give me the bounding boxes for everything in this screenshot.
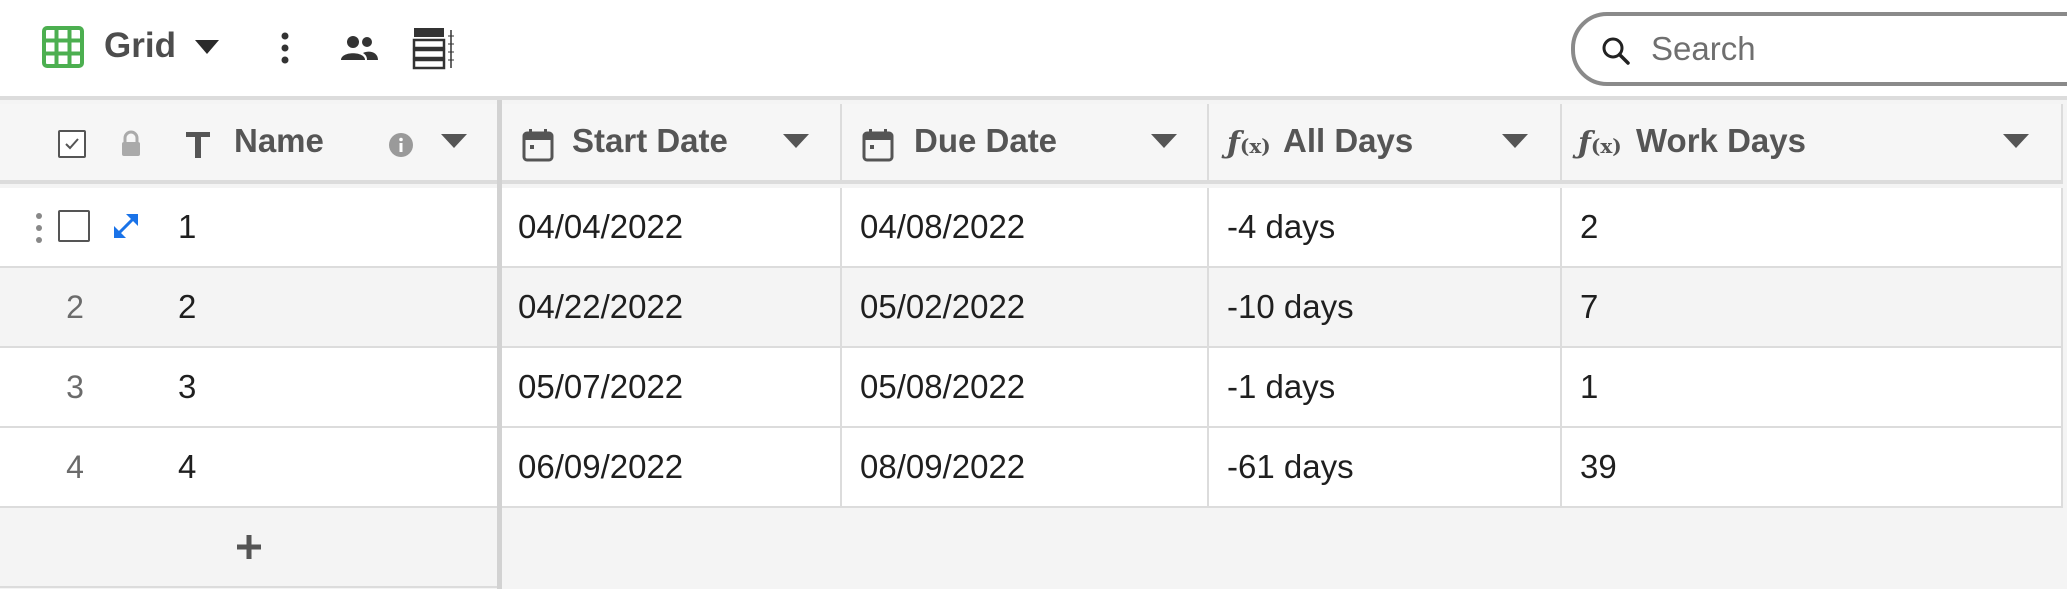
checkmark-icon (65, 138, 79, 150)
cell-start-date[interactable]: 04/22/2022 (502, 268, 842, 346)
collaborators-icon[interactable] (336, 28, 382, 68)
cell-due-date[interactable]: 04/08/2022 (842, 188, 1209, 266)
add-record-button[interactable] (0, 508, 497, 588)
drag-handle-icon[interactable] (34, 212, 44, 249)
row-number: 3 (66, 368, 84, 405)
cell-all-days[interactable]: -61 days (1209, 428, 1562, 506)
text-type-icon (184, 128, 212, 165)
column-header-label: All Days (1283, 122, 1414, 159)
row-number: 2 (66, 288, 84, 325)
cell-work-days[interactable]: 39 (1562, 428, 2063, 506)
table-row[interactable]: 4 4 06/09/2022 08/09/2022 -61 days 39 (0, 428, 2063, 508)
expand-row-icon[interactable] (110, 210, 142, 247)
row-select-checkbox[interactable] (58, 210, 90, 242)
table-row[interactable]: 3 3 05/07/2022 05/08/2022 -1 days 1 (0, 348, 2063, 428)
column-header-start-date[interactable]: Start Date (502, 104, 842, 184)
select-all-checkbox[interactable] (58, 130, 86, 158)
cell-start-date[interactable]: 06/09/2022 (502, 428, 842, 506)
column-header-name[interactable]: Name (234, 122, 324, 160)
column-menu-chevron-icon[interactable] (2002, 132, 2030, 152)
column-menu-chevron-icon[interactable] (782, 132, 810, 152)
column-header-work-days[interactable]: ƒ(x) Work Days (1562, 104, 2063, 184)
info-icon[interactable] (388, 132, 414, 163)
formula-icon: ƒ(x) (1227, 126, 1271, 161)
header-frozen: Name (0, 104, 497, 184)
cell-due-date[interactable]: 05/02/2022 (842, 268, 1209, 346)
cell-start-date[interactable]: 05/07/2022 (502, 348, 842, 426)
table-row[interactable]: 2 2 04/22/2022 05/02/2022 -10 days 7 (0, 268, 2063, 348)
cell-name[interactable]: 1 (160, 188, 497, 266)
row-number: 4 (66, 448, 84, 485)
cell-work-days[interactable]: 7 (1562, 268, 2063, 346)
toolbar: Grid (0, 0, 2067, 96)
formula-icon: ƒ(x) (1578, 126, 1622, 161)
more-options-icon[interactable] (268, 28, 302, 68)
column-menu-chevron-icon[interactable] (1501, 132, 1529, 152)
calendar-icon (522, 128, 554, 167)
frozen-column-divider[interactable] (497, 100, 502, 589)
cell-all-days[interactable]: -1 days (1209, 348, 1562, 426)
cell-start-date[interactable]: 04/04/2022 (502, 188, 842, 266)
cell-name[interactable]: 2 (160, 268, 497, 346)
cell-due-date[interactable]: 05/08/2022 (842, 348, 1209, 426)
cell-all-days[interactable]: -4 days (1209, 188, 1562, 266)
chevron-down-icon[interactable] (194, 34, 220, 60)
plus-icon (236, 535, 261, 559)
column-header-label: Start Date (572, 122, 728, 159)
cell-name[interactable]: 3 (160, 348, 497, 426)
cell-all-days[interactable]: -10 days (1209, 268, 1562, 346)
header-row: Name Start Date Due Date ƒ(x) All Days ƒ… (0, 104, 2063, 184)
lock-icon (120, 130, 142, 163)
search-input[interactable] (1651, 28, 2051, 70)
view-switcher-label[interactable]: Grid (104, 24, 176, 68)
table-row[interactable]: 1 04/04/2022 04/08/2022 -4 days 2 (0, 188, 2063, 268)
grid: Name Start Date Due Date ƒ(x) All Days ƒ… (0, 96, 2067, 589)
search-box[interactable] (1571, 12, 2067, 86)
grid-icon[interactable] (42, 26, 84, 68)
column-header-due-date[interactable]: Due Date (842, 104, 1209, 184)
column-menu-chevron-icon[interactable] (440, 132, 468, 152)
cell-due-date[interactable]: 08/09/2022 (842, 428, 1209, 506)
column-header-label: Work Days (1636, 122, 1806, 159)
row-height-icon[interactable] (410, 24, 458, 72)
cell-work-days[interactable]: 1 (1562, 348, 2063, 426)
search-icon (1601, 36, 1631, 66)
column-menu-chevron-icon[interactable] (1150, 132, 1178, 152)
column-header-all-days[interactable]: ƒ(x) All Days (1209, 104, 1562, 184)
cell-work-days[interactable]: 2 (1562, 188, 2063, 266)
column-header-label: Due Date (914, 122, 1058, 159)
cell-name[interactable]: 4 (160, 428, 497, 506)
calendar-icon (862, 128, 894, 167)
